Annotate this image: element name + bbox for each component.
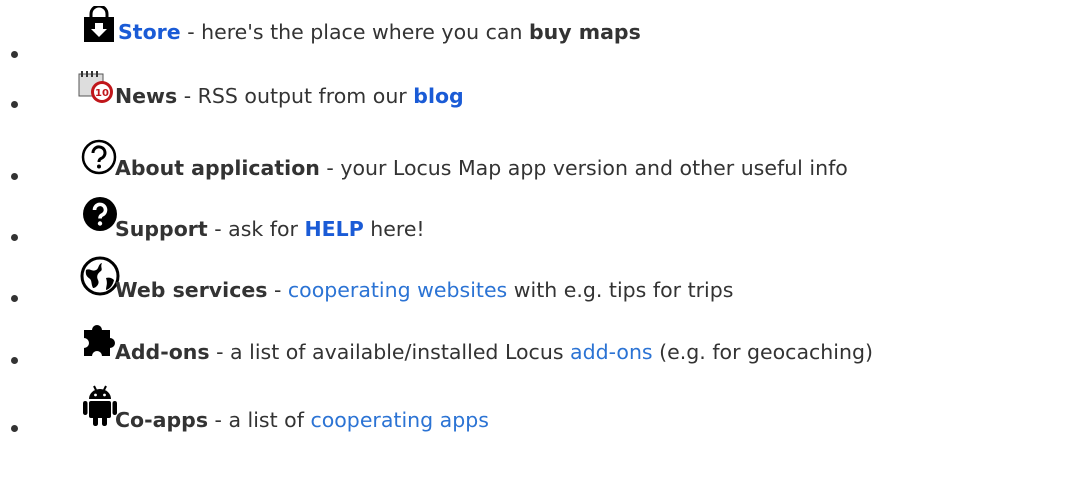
list-item-news: 10 News - RSS output from our blog: [0, 70, 1000, 130]
item-text: About application - your Locus Map app v…: [115, 156, 848, 180]
item-desc-after: (e.g. for geocaching): [652, 340, 873, 364]
puzzle-piece-icon: [84, 325, 116, 356]
item-text: Add-ons - a list of available/installed …: [115, 340, 873, 364]
list-item-co-apps: Co-apps - a list of cooperating apps: [0, 384, 1000, 444]
item-emphasis: buy maps: [528, 20, 641, 44]
list-item-add-ons: Add-ons - a list of available/installed …: [0, 320, 1069, 380]
question-circle-outline-icon: [81, 139, 117, 175]
question-circle-filled-icon: [83, 197, 117, 231]
item-desc: - here's the place where you can: [180, 20, 529, 44]
bullet: [11, 101, 18, 108]
item-title: About application: [115, 156, 320, 180]
item-title: Add-ons: [115, 340, 210, 364]
cooperating-websites-link[interactable]: cooperating websites: [288, 278, 507, 302]
item-title: Web services: [115, 278, 268, 302]
bullet: [11, 234, 18, 241]
bullet: [11, 357, 18, 364]
item-desc-after: here!: [363, 217, 425, 241]
item-desc: - RSS output from our: [177, 84, 414, 108]
list-item-web-services: Web services - cooperating websites with…: [0, 256, 1000, 316]
shopping-bag-download-icon[interactable]: [80, 6, 118, 44]
bullet: [11, 173, 18, 180]
item-text: Co-apps - a list of cooperating apps: [115, 408, 489, 432]
bullet: [11, 425, 18, 432]
item-desc: - ask for: [207, 217, 305, 241]
item-desc: - your Locus Map app version and other u…: [319, 156, 848, 180]
badge-count: 10: [95, 88, 109, 99]
item-text: Store - here's the place where you can b…: [118, 20, 641, 44]
item-title: News: [115, 84, 178, 108]
store-link[interactable]: Store: [118, 20, 181, 44]
item-desc-after: with e.g. tips for trips: [507, 278, 734, 302]
bullet: [11, 51, 18, 58]
item-desc: - a list of: [208, 408, 311, 432]
item-desc: - a list of available/installed Locus: [209, 340, 571, 364]
list-item-store: Store - here's the place where you can b…: [0, 6, 1000, 66]
list-item-about: About application - your Locus Map app v…: [0, 138, 1069, 198]
item-title: Co-apps: [115, 408, 209, 432]
item-text: Support - ask for HELP here!: [115, 217, 425, 241]
item-text: Web services - cooperating websites with…: [115, 278, 733, 302]
list-item-support: Support - ask for HELP here!: [0, 196, 1000, 256]
cooperating-apps-link[interactable]: cooperating apps: [310, 408, 489, 432]
item-title: Support: [115, 217, 208, 241]
globe-icon: [80, 256, 120, 296]
bullet: [11, 295, 18, 302]
android-robot-icon: [83, 385, 117, 426]
news-calendar-badge-icon: 10: [78, 71, 113, 103]
item-text: News - RSS output from our blog: [115, 84, 464, 108]
item-desc: -: [267, 278, 288, 302]
help-link[interactable]: HELP: [304, 217, 363, 241]
add-ons-link[interactable]: add-ons: [570, 340, 653, 364]
blog-link[interactable]: blog: [413, 84, 463, 108]
